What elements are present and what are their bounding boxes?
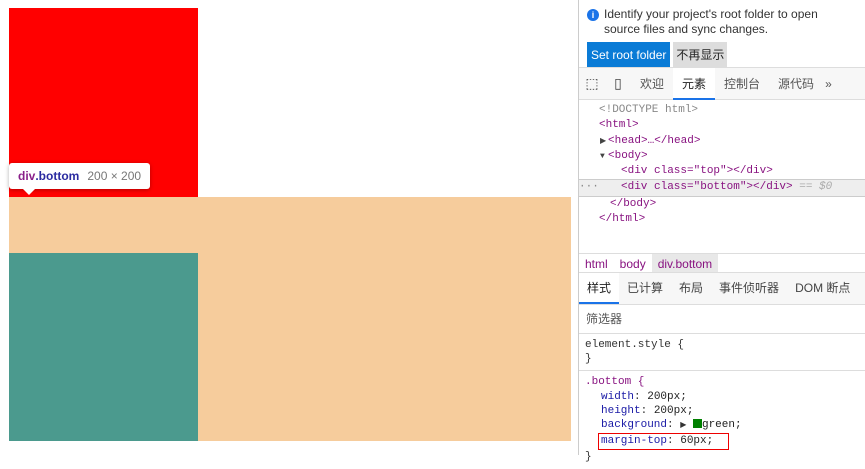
inspect-element-icon[interactable]: ⬚ xyxy=(579,75,605,92)
tab-welcome[interactable]: 欢迎 xyxy=(631,68,673,100)
expand-triangle-icon[interactable]: ▶ xyxy=(680,421,686,430)
body-node[interactable]: ▼ <body> xyxy=(579,149,865,164)
element-tooltip: div.bottom 200 × 200 xyxy=(9,163,151,195)
device-toolbar-icon[interactable]: ▯ xyxy=(605,75,631,92)
more-tabs-icon[interactable]: » xyxy=(823,68,834,100)
breadcrumb-div-bottom[interactable]: div.bottom xyxy=(651,254,719,272)
element-style-rule: element.style { } xyxy=(579,334,865,372)
tab-layout[interactable]: 布局 xyxy=(671,273,711,304)
tooltip-class: .bottom xyxy=(35,169,80,183)
element-style-selector: element.style { xyxy=(585,339,685,351)
styles-tabs: 样式 已计算 布局 事件侦听器 DOM 断点 xyxy=(579,273,865,305)
banner-message: Identify your project's root folder to o… xyxy=(604,7,818,36)
tab-styles[interactable]: 样式 xyxy=(579,273,620,304)
breadcrumb-body[interactable]: body xyxy=(614,254,652,272)
body-close-node[interactable]: </body> xyxy=(579,197,865,212)
decl-width[interactable]: width: 200px; xyxy=(585,390,859,404)
breadcrumb: html body div.bottom xyxy=(579,253,865,273)
root-folder-banner: i Identify your project's root folder to … xyxy=(579,0,865,68)
decl-margin-top[interactable]: margin-top: 60px; xyxy=(585,433,859,451)
styles-filter-input[interactable]: 筛选器 xyxy=(579,305,865,334)
html-close-node[interactable]: </html> xyxy=(579,212,865,227)
div-bottom-highlight[interactable] xyxy=(9,253,198,441)
page-viewport: div.bottom 200 × 200 xyxy=(0,0,578,455)
tab-dom-breakpoints[interactable]: DOM 断点 xyxy=(787,273,858,304)
tab-sources[interactable]: 源代码 xyxy=(769,68,823,100)
devtools-panel: i Identify your project's root folder to … xyxy=(578,0,865,463)
dont-show-again-button[interactable]: 不再显示 xyxy=(673,42,728,67)
devtools-tabs: ⬚ ▯ 欢迎 元素 控制台 源代码 » xyxy=(579,67,865,100)
div-top-node[interactable]: <div class="top"></div> xyxy=(579,164,865,179)
tooltip-tag: div xyxy=(18,169,36,183)
info-icon: i xyxy=(587,9,599,21)
head-node[interactable]: ▶ <head>…</head> xyxy=(579,134,865,149)
div-bottom-node[interactable]: ··· <div class="bottom"></div> == $0 xyxy=(579,179,865,197)
rule-close: } xyxy=(585,451,592,464)
tab-computed[interactable]: 已计算 xyxy=(619,273,671,304)
tab-console[interactable]: 控制台 xyxy=(715,68,769,100)
dom-tree: <!DOCTYPE html> <html> ▶ <head>…</head> ▼… xyxy=(579,100,865,249)
html-node[interactable]: <html> xyxy=(579,118,865,133)
decl-background[interactable]: background: ▶ green; xyxy=(585,418,859,433)
tooltip-size: 200 × 200 xyxy=(87,169,142,183)
decl-height[interactable]: height: 200px; xyxy=(585,404,859,418)
set-root-folder-button[interactable]: Set root folder xyxy=(587,42,671,67)
breadcrumb-html[interactable]: html xyxy=(579,254,614,272)
tab-event-listeners[interactable]: 事件侦听器 xyxy=(711,273,787,304)
rule-selector: .bottom { xyxy=(585,376,645,389)
color-swatch[interactable] xyxy=(692,419,702,429)
doctype-node[interactable]: <!DOCTYPE html> xyxy=(579,103,865,118)
bottom-rule: .bottom { width: 200px; height: 200px; b… xyxy=(579,371,865,468)
tab-elements[interactable]: 元素 xyxy=(673,67,716,100)
rule-close: } xyxy=(585,353,592,366)
